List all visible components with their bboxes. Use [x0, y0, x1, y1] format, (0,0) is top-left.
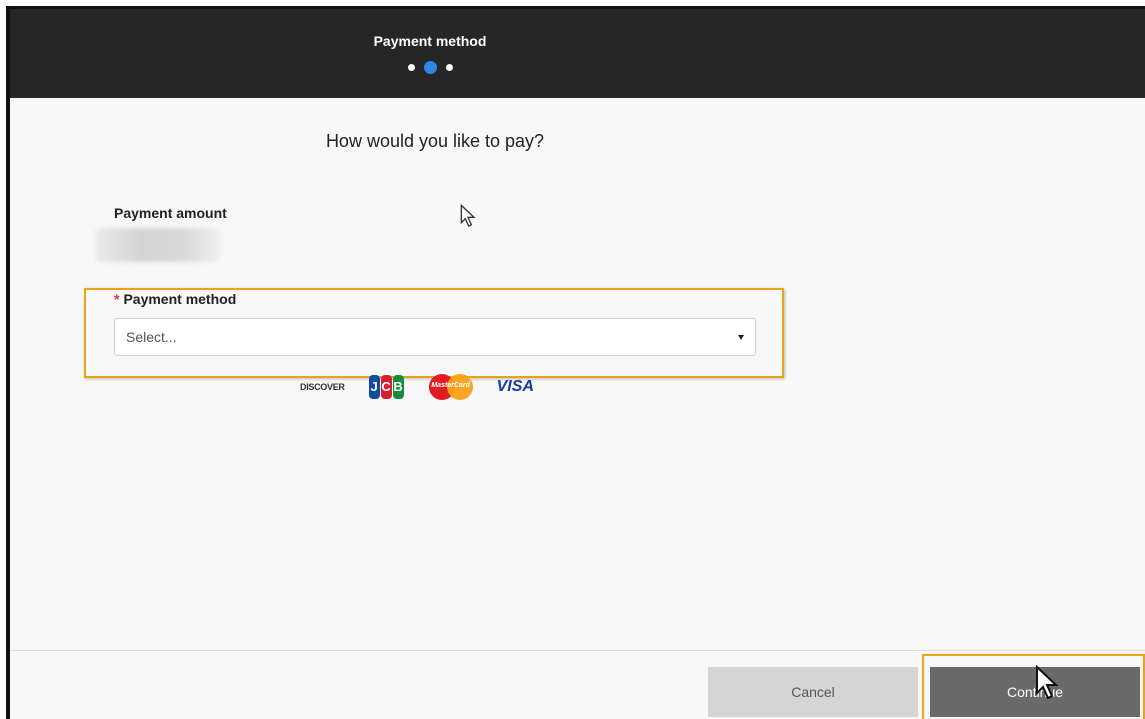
- page-title: Payment method: [373, 33, 487, 49]
- step-dot-1: [407, 64, 415, 71]
- visa-logo-text: VISA: [496, 378, 534, 395]
- footer-divider: [10, 650, 1145, 651]
- question-heading: How would you like to pay?: [325, 131, 545, 151]
- payment-method-label-text: Payment method: [123, 291, 237, 307]
- payment-amount-value-redacted: [96, 228, 220, 262]
- step-indicator: [10, 61, 850, 74]
- jcb-letter-c: C: [380, 375, 392, 399]
- payment-method-select-value: Select...: [126, 329, 177, 345]
- jcb-logo-icon: J C B: [368, 375, 405, 399]
- jcb-letter-j: J: [368, 375, 380, 399]
- chevron-down-icon: [738, 335, 744, 340]
- step-dot-2-active: [423, 61, 437, 74]
- card-logos: DISCOVER J C B MasterCard VISA: [300, 373, 558, 401]
- mouse-cursor-icon: [460, 204, 476, 227]
- header-bar: Payment method: [10, 9, 1145, 98]
- discover-logo-text: DISCOVER: [300, 382, 345, 392]
- payment-method-label: * Payment method: [114, 291, 236, 307]
- payment-amount-label: Payment amount: [114, 205, 227, 221]
- visa-logo-icon: VISA: [497, 378, 534, 396]
- jcb-letter-b: B: [392, 375, 404, 399]
- mastercard-logo-text: MasterCard: [431, 382, 470, 389]
- discover-logo-icon: DISCOVER: [300, 382, 345, 392]
- payment-dialog: Payment method How would you like to pay…: [6, 6, 1145, 719]
- payment-method-select[interactable]: Select...: [114, 318, 756, 356]
- mastercard-logo-icon: MasterCard: [428, 374, 473, 400]
- required-marker: *: [114, 291, 120, 307]
- mouse-cursor-icon: [1036, 665, 1059, 700]
- cancel-button[interactable]: Cancel: [708, 667, 918, 717]
- step-dot-3: [445, 64, 453, 71]
